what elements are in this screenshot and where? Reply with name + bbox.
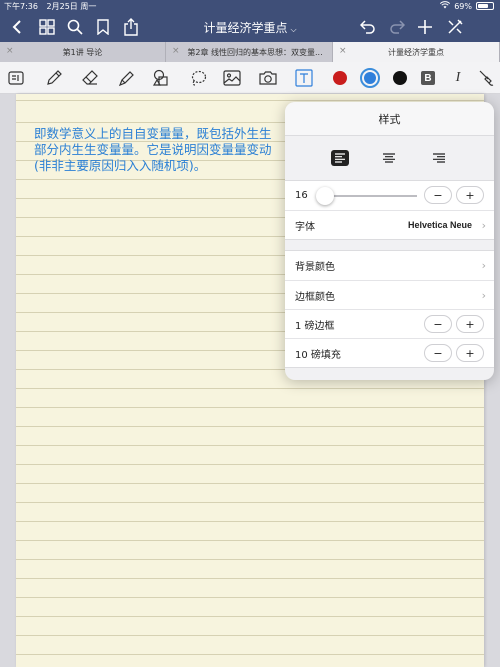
alignment-row — [285, 136, 494, 180]
chevron-right-icon: › — [481, 218, 486, 232]
battery-percent: 69% — [454, 1, 472, 11]
color-blue-swatch[interactable] — [360, 68, 380, 88]
align-left-icon[interactable] — [330, 150, 349, 166]
redo-icon[interactable] — [386, 16, 408, 38]
box-settings-group: 背景颜色 › 边框颜色 › 1 磅边框 − + 10 磅填充 − + — [285, 250, 494, 368]
padding-decrease-button[interactable]: − — [424, 344, 452, 362]
pen-icon[interactable] — [44, 68, 64, 88]
align-center-icon[interactable] — [380, 150, 398, 166]
annotation-toolbar: B I — [0, 62, 500, 94]
chevron-down-icon: ⌵ — [290, 25, 297, 34]
font-label: 字体 — [295, 221, 315, 233]
shapes-icon[interactable] — [151, 68, 171, 88]
tab-econometrics-key-points[interactable]: × 计量经济学重点 — [333, 42, 500, 62]
image-icon[interactable] — [222, 68, 242, 88]
border-width-decrease-button[interactable]: − — [424, 315, 452, 333]
font-size-decrease-button[interactable]: − — [424, 186, 452, 204]
padding-label: 10 磅填充 — [295, 349, 341, 361]
highlighter-icon[interactable] — [116, 68, 136, 88]
read-mode-icon[interactable] — [6, 68, 26, 88]
style-popover: 样式 16 − + 字体 Helvetica Neue › 背景颜色 › 边框颜… — [285, 102, 494, 380]
tab-label: 计量经济学重点 — [388, 47, 444, 57]
status-time: 下午7:36 — [4, 2, 38, 11]
italic-button[interactable]: I — [448, 68, 468, 88]
align-right-icon[interactable] — [430, 150, 448, 166]
font-size-slider[interactable] — [316, 187, 417, 205]
bold-label: B — [421, 71, 435, 85]
text-box-icon[interactable] — [294, 68, 314, 88]
font-settings-group: 16 − + 字体 Helvetica Neue › — [285, 180, 494, 240]
document-title-text: 计量经济学重点 — [203, 21, 288, 35]
close-icon[interactable]: × — [6, 46, 14, 56]
close-icon[interactable]: × — [339, 46, 347, 56]
font-family-value: Helvetica Neue — [407, 220, 472, 230]
padding-stepper: − + — [424, 344, 484, 362]
add-icon[interactable] — [414, 16, 436, 38]
status-date: 2月25日 周一 — [46, 2, 97, 11]
border-width-label: 1 磅边框 — [295, 320, 335, 332]
border-color-label: 边框颜色 — [295, 291, 335, 303]
tab-label: 第2章 线性回归的基本思想：双变量... — [187, 47, 323, 57]
font-size-increase-button[interactable]: + — [456, 186, 484, 204]
tab-label: 第1讲 导论 — [62, 47, 103, 57]
background-color-label: 背景颜色 — [295, 262, 335, 273]
close-edit-icon[interactable] — [444, 16, 466, 38]
tab-lecture-1[interactable]: × 第1讲 导论 — [0, 42, 166, 62]
eraser-icon[interactable] — [80, 68, 100, 88]
chevron-right-icon: › — [481, 259, 486, 272]
bold-button[interactable]: B — [418, 68, 438, 88]
close-icon[interactable]: × — [172, 46, 180, 56]
font-family-row[interactable]: 字体 Helvetica Neue › — [285, 210, 494, 239]
camera-icon[interactable] — [258, 68, 278, 88]
style-brush-icon[interactable] — [476, 68, 496, 88]
border-width-row: 1 磅边框 − + — [285, 309, 494, 338]
undo-icon[interactable] — [357, 16, 379, 38]
font-size-row: 16 − + — [285, 181, 494, 210]
border-color-row[interactable]: 边框颜色 › — [285, 280, 494, 309]
background-color-row[interactable]: 背景颜色 › — [285, 251, 494, 280]
border-width-increase-button[interactable]: + — [456, 315, 484, 333]
lasso-icon[interactable] — [188, 68, 208, 88]
color-red-swatch[interactable] — [330, 68, 350, 88]
nav-bar: 计量经济学重点 ⌵ — [0, 12, 500, 42]
popover-title: 样式 — [285, 102, 494, 136]
color-black-swatch[interactable] — [390, 68, 410, 88]
wifi-icon — [440, 1, 451, 11]
document-tabs: × 第1讲 导论 × 第2章 线性回归的基本思想：双变量... × 计量经济学重… — [0, 42, 500, 62]
battery-icon — [476, 2, 494, 10]
slider-thumb[interactable] — [316, 187, 334, 205]
status-bar: 下午7:36 2月25日 周一 69% — [0, 0, 500, 12]
border-width-stepper: − + — [424, 315, 484, 333]
italic-label: I — [455, 70, 461, 85]
padding-row: 10 磅填充 − + — [285, 338, 494, 367]
tab-chapter-2[interactable]: × 第2章 线性回归的基本思想：双变量... — [166, 42, 333, 62]
chevron-right-icon: › — [481, 288, 486, 302]
font-size-stepper: − + — [424, 186, 484, 204]
padding-increase-button[interactable]: + — [456, 344, 484, 362]
font-size-value: 16 — [295, 190, 308, 201]
